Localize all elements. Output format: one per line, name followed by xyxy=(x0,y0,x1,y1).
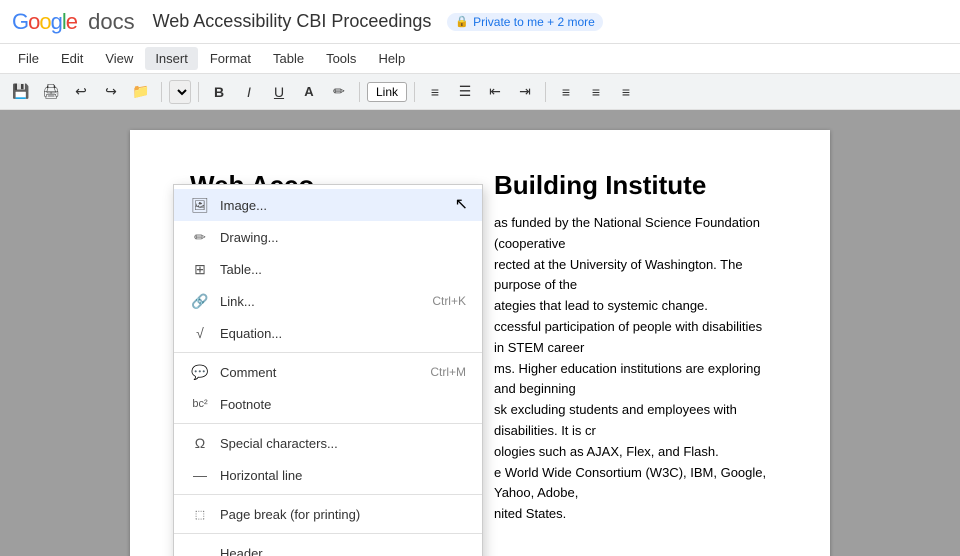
menu-table[interactable]: Table xyxy=(263,47,314,70)
redo-button[interactable]: ↪ xyxy=(98,79,124,105)
insert-footnote-item[interactable]: bc² Footnote xyxy=(174,388,482,420)
font-family-select[interactable] xyxy=(169,80,191,104)
highlight-button[interactable]: ✏ xyxy=(326,79,352,105)
document-area: Web Acco November 29 – De Hotel Andra, S… xyxy=(0,110,960,556)
divider-4 xyxy=(174,533,482,534)
align-left-button[interactable]: ≡ xyxy=(553,79,579,105)
insert-page-break-item[interactable]: ⬚ Page break (for printing) xyxy=(174,498,482,530)
insert-drawing-item[interactable]: ✏ Drawing... xyxy=(174,221,482,253)
top-bar: Google docs Web Accessibility CBI Procee… xyxy=(0,0,960,44)
separator-4 xyxy=(414,82,415,102)
privacy-text: Private to me + 2 more xyxy=(473,15,595,29)
align-right-button[interactable]: ≡ xyxy=(613,79,639,105)
insert-horizontal-line-item[interactable]: — Horizontal line xyxy=(174,459,482,491)
header-icon xyxy=(190,543,210,556)
insert-drawing-label: Drawing... xyxy=(220,230,466,245)
separator-2 xyxy=(198,82,199,102)
table-icon: ⊞ xyxy=(190,259,210,279)
cursor-arrow: ↖ xyxy=(455,194,468,214)
insert-header-item[interactable]: Header xyxy=(174,537,482,556)
lock-icon: 🔒 xyxy=(455,15,469,28)
menu-bar: File Edit View Insert Format Table Tools… xyxy=(0,44,960,74)
toolbar: 💾 🖨 ↩ ↪ 📁 B I U A ✏ Link ≡ ☰ ⇤ ⇥ ≡ ≡ ≡ xyxy=(0,74,960,110)
align-center-button[interactable]: ≡ xyxy=(583,79,609,105)
insert-page-break-label: Page break (for printing) xyxy=(220,507,466,522)
drawing-icon: ✏ xyxy=(190,227,210,247)
insert-equation-item[interactable]: √ Equation... xyxy=(174,317,482,349)
folder-button[interactable]: 📁 xyxy=(128,79,154,105)
insert-footnote-label: Footnote xyxy=(220,397,466,412)
horizontal-line-icon: — xyxy=(190,465,210,485)
increase-indent-button[interactable]: ⇥ xyxy=(512,79,538,105)
link-icon: 🔗 xyxy=(190,291,210,311)
underline-button[interactable]: U xyxy=(266,79,292,105)
comment-shortcut: Ctrl+M xyxy=(430,365,466,379)
image-icon: 🖼 xyxy=(190,195,210,215)
undo-button[interactable]: ↩ xyxy=(68,79,94,105)
font-color-button[interactable]: A xyxy=(296,79,322,105)
insert-special-chars-label: Special characters... xyxy=(220,436,466,451)
link-button[interactable]: Link xyxy=(367,82,407,102)
document-title-right: Building Institute xyxy=(494,170,770,201)
privacy-indicator[interactable]: 🔒 Private to me + 2 more xyxy=(447,13,602,31)
insert-header-label: Header xyxy=(220,546,466,556)
para-r3: e World Wide Consortium (W3C), IBM, Goog… xyxy=(494,463,770,525)
separator-3 xyxy=(359,82,360,102)
insert-table-item[interactable]: ⊞ Table... xyxy=(174,253,482,285)
menu-insert[interactable]: Insert xyxy=(145,47,198,70)
menu-view[interactable]: View xyxy=(95,47,143,70)
para-r1: as funded by the National Science Founda… xyxy=(494,213,770,317)
insert-comment-item[interactable]: 💬 Comment Ctrl+M xyxy=(174,356,482,388)
footnote-icon: bc² xyxy=(190,394,210,414)
document-body-right: as funded by the National Science Founda… xyxy=(494,213,770,525)
menu-format[interactable]: Format xyxy=(200,47,261,70)
save-button[interactable]: 💾 xyxy=(8,79,34,105)
insert-equation-label: Equation... xyxy=(220,326,466,341)
italic-button[interactable]: I xyxy=(236,79,262,105)
insert-link-label: Link... xyxy=(220,294,432,309)
separator-1 xyxy=(161,82,162,102)
bold-button[interactable]: B xyxy=(206,79,232,105)
special-chars-icon: Ω xyxy=(190,433,210,453)
bullet-list-button[interactable]: ☰ xyxy=(452,79,478,105)
decrease-indent-button[interactable]: ⇤ xyxy=(482,79,508,105)
google-logo-text: Google xyxy=(12,9,77,35)
link-shortcut: Ctrl+K xyxy=(432,294,466,308)
numbered-list-button[interactable]: ≡ xyxy=(422,79,448,105)
google-docs-logo: Google docs xyxy=(12,9,135,35)
menu-edit[interactable]: Edit xyxy=(51,47,93,70)
equation-icon: √ xyxy=(190,323,210,343)
document-title[interactable]: Web Accessibility CBI Proceedings xyxy=(153,11,432,32)
divider-2 xyxy=(174,423,482,424)
menu-tools[interactable]: Tools xyxy=(316,47,366,70)
insert-dropdown-menu: 🖼 Image... ↖ ✏ Drawing... ⊞ Table... 🔗 L… xyxy=(173,184,483,556)
print-button[interactable]: 🖨 xyxy=(38,79,64,105)
insert-table-label: Table... xyxy=(220,262,466,277)
insert-special-chars-item[interactable]: Ω Special characters... xyxy=(174,427,482,459)
para-r2: ccessful participation of people with di… xyxy=(494,317,770,463)
insert-link-item[interactable]: 🔗 Link... Ctrl+K xyxy=(174,285,482,317)
menu-help[interactable]: Help xyxy=(368,47,415,70)
menu-file[interactable]: File xyxy=(8,47,49,70)
divider-3 xyxy=(174,494,482,495)
insert-image-label: Image... xyxy=(220,198,466,213)
insert-image-item[interactable]: 🖼 Image... ↖ xyxy=(174,189,482,221)
page-break-icon: ⬚ xyxy=(190,504,210,524)
insert-horizontal-line-label: Horizontal line xyxy=(220,468,466,483)
divider-1 xyxy=(174,352,482,353)
separator-5 xyxy=(545,82,546,102)
docs-logo-text: docs xyxy=(82,9,135,35)
comment-icon: 💬 xyxy=(190,362,210,382)
insert-comment-label: Comment xyxy=(220,365,430,380)
